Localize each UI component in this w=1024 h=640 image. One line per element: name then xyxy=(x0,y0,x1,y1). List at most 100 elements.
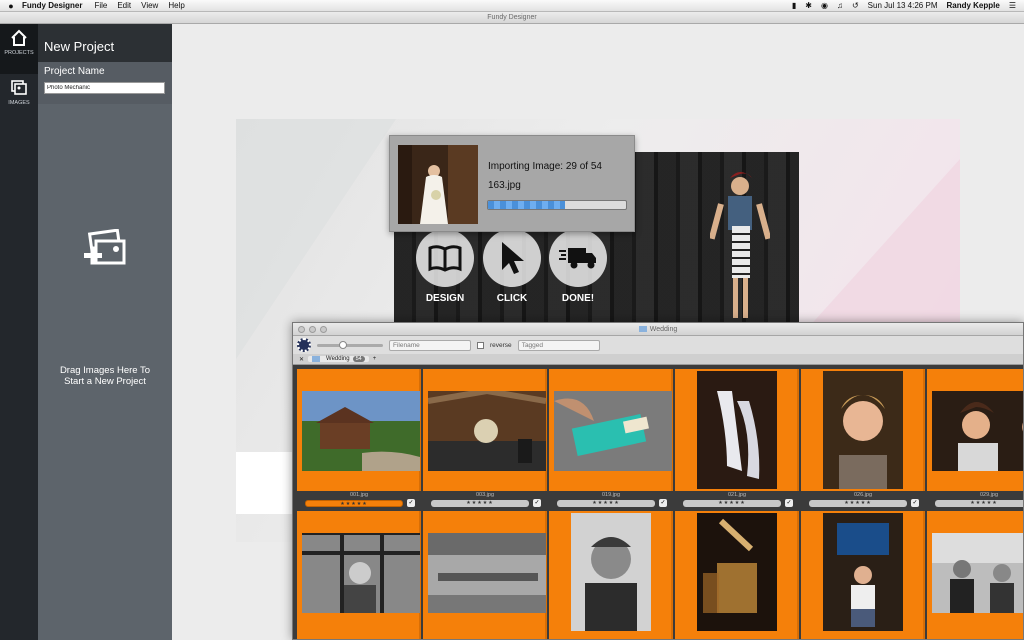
tab-wedding[interactable]: Wedding 54 xyxy=(308,356,369,362)
drop-instructions: Drag Images Here To Start a New Project xyxy=(59,365,151,387)
clock[interactable]: Sun Jul 13 4:26 PM xyxy=(868,1,938,10)
design-label: DESIGN xyxy=(425,293,465,304)
photo-mechanic-window: Wedding Filename reverse Tagged ✕ Weddin… xyxy=(292,322,1024,640)
left-rail: PROJECTS IMAGES xyxy=(0,24,38,640)
rail-item-images[interactable]: IMAGES xyxy=(0,74,38,124)
import-progress-bar xyxy=(487,200,627,210)
wifi-icon[interactable]: ◉ xyxy=(821,1,828,10)
star-rating[interactable]: ★★★★★ xyxy=(683,500,781,507)
bluetooth-icon[interactable]: ✱ xyxy=(805,1,812,10)
pm-tab-bar: ✕ Wedding 54 + xyxy=(293,354,1023,365)
gear-icon[interactable] xyxy=(297,338,311,352)
star-rating[interactable]: ★★★★★ xyxy=(557,500,655,507)
thumbnail-cell[interactable] xyxy=(927,511,1023,639)
window-title-bar: Fundy Designer xyxy=(0,12,1024,24)
import-status: Importing Image: 29 of 54 xyxy=(488,161,602,172)
apple-menu-icon[interactable]: ● xyxy=(0,1,22,11)
home-icon xyxy=(11,29,27,46)
reverse-checkbox[interactable] xyxy=(477,341,484,349)
cursor-icon xyxy=(502,242,524,274)
tag-checkbox[interactable]: ✓ xyxy=(407,499,415,507)
thumbnail-cell[interactable]: 026.jpg ★★★★★ ✓ xyxy=(801,369,925,509)
tag-checkbox[interactable]: ✓ xyxy=(785,499,793,507)
star-rating[interactable]: ★★★★★ xyxy=(809,500,907,507)
star-rating[interactable]: ★★★★★ xyxy=(935,500,1023,507)
menu-bar: ● Fundy Designer File Edit View Help ▮ ✱… xyxy=(0,0,1024,12)
folder-icon xyxy=(638,326,647,332)
thumbnail-cell[interactable]: 021.jpg ★★★★★ ✓ xyxy=(675,369,799,509)
add-images-icon xyxy=(84,229,126,265)
thumbnail-cell[interactable] xyxy=(801,511,925,639)
new-project-panel: New Project Project Name Drag Images Her… xyxy=(38,24,172,640)
thumbnail-image[interactable] xyxy=(823,513,903,631)
pm-toolbar: Filename reverse Tagged xyxy=(293,336,1023,354)
thumbnail-image[interactable] xyxy=(823,371,903,489)
thumbnail-filename: 026.jpg xyxy=(853,492,873,498)
notification-center-icon[interactable]: ☰ xyxy=(1009,1,1016,10)
thumbnail-cell[interactable]: 003.jpg ★★★★★ ✓ xyxy=(423,369,547,509)
thumbnail-filename: 001.jpg xyxy=(349,492,369,498)
pm-title-bar: Wedding xyxy=(293,323,1023,336)
star-rating[interactable]: ★★★★★ xyxy=(431,500,529,507)
thumbnail-cell[interactable] xyxy=(549,511,673,639)
close-window-button[interactable] xyxy=(298,326,305,333)
thumbnail-image[interactable] xyxy=(302,391,420,471)
thumbnail-cell[interactable]: 019.jpg ★★★★★ ✓ xyxy=(549,369,673,509)
thumbnail-filename: 019.jpg xyxy=(601,492,621,498)
menu-file[interactable]: File xyxy=(94,1,107,10)
done-label: DONE! xyxy=(561,293,595,304)
battery-icon[interactable]: ▮ xyxy=(792,1,796,10)
user-menu[interactable]: Randy Kepple xyxy=(946,1,999,10)
tag-checkbox[interactable]: ✓ xyxy=(659,499,667,507)
star-rating[interactable]: ★★★★★ xyxy=(305,500,403,507)
thumbnail-cell[interactable] xyxy=(675,511,799,639)
done-button[interactable]: DONE! xyxy=(548,229,608,304)
thumbnail-cell[interactable]: 001.jpg ★★★★★ ✓ xyxy=(297,369,421,509)
sort-select[interactable]: Filename xyxy=(389,339,471,351)
rail-label-projects: PROJECTS xyxy=(4,50,34,56)
menu-help[interactable]: Help xyxy=(168,1,184,10)
thumbnail-image[interactable] xyxy=(932,391,1023,471)
click-button[interactable]: CLICK xyxy=(482,229,542,304)
book-icon xyxy=(428,245,462,272)
rail-label-images: IMAGES xyxy=(8,100,30,106)
menu-view[interactable]: View xyxy=(141,1,158,10)
rail-item-projects[interactable]: PROJECTS xyxy=(0,24,38,74)
truck-icon xyxy=(559,248,596,269)
close-tab-icon[interactable]: ✕ xyxy=(299,356,304,363)
filter-select[interactable]: Tagged xyxy=(517,339,600,351)
thumbnail-filename: 029.jpg xyxy=(979,492,999,498)
images-icon xyxy=(11,80,27,95)
volume-icon[interactable]: ♫ xyxy=(837,1,843,10)
import-filename: 163.jpg xyxy=(488,180,521,191)
thumbnail-image[interactable] xyxy=(302,533,420,613)
time-machine-icon[interactable]: ↺ xyxy=(852,1,859,10)
thumbnail-cell[interactable]: 029.jpg★★★★★✓ xyxy=(927,369,1023,509)
tag-checkbox[interactable]: ✓ xyxy=(533,499,541,507)
app-menu[interactable]: Fundy Designer xyxy=(22,1,82,10)
thumbnail-cell[interactable] xyxy=(423,511,547,639)
add-tab-button[interactable]: + xyxy=(373,356,377,362)
zoom-window-button[interactable] xyxy=(320,326,327,333)
minimize-window-button[interactable] xyxy=(309,326,316,333)
tab-count-badge: 54 xyxy=(352,356,365,362)
thumbnail-image[interactable] xyxy=(428,391,546,471)
import-progress-fill xyxy=(488,201,566,209)
project-name-field[interactable] xyxy=(44,82,165,94)
thumbnail-image[interactable] xyxy=(697,371,777,489)
image-drop-zone[interactable]: Drag Images Here To Start a New Project xyxy=(38,104,172,640)
menu-edit[interactable]: Edit xyxy=(117,1,131,10)
thumbnail-image[interactable] xyxy=(554,391,672,471)
import-progress-dialog: Importing Image: 29 of 54 163.jpg xyxy=(389,135,635,232)
thumbnail-image[interactable] xyxy=(571,513,651,631)
tag-checkbox[interactable]: ✓ xyxy=(911,499,919,507)
click-label: CLICK xyxy=(496,293,528,304)
thumbnail-image[interactable] xyxy=(428,533,546,613)
thumbnail-image[interactable] xyxy=(697,513,777,631)
import-thumbnail xyxy=(398,145,478,224)
thumbnail-size-slider[interactable] xyxy=(317,340,383,349)
thumbnail-cell[interactable] xyxy=(297,511,421,639)
project-name-label: Project Name xyxy=(44,66,105,77)
thumbnail-image[interactable] xyxy=(932,533,1023,613)
design-button[interactable]: DESIGN xyxy=(415,229,475,304)
